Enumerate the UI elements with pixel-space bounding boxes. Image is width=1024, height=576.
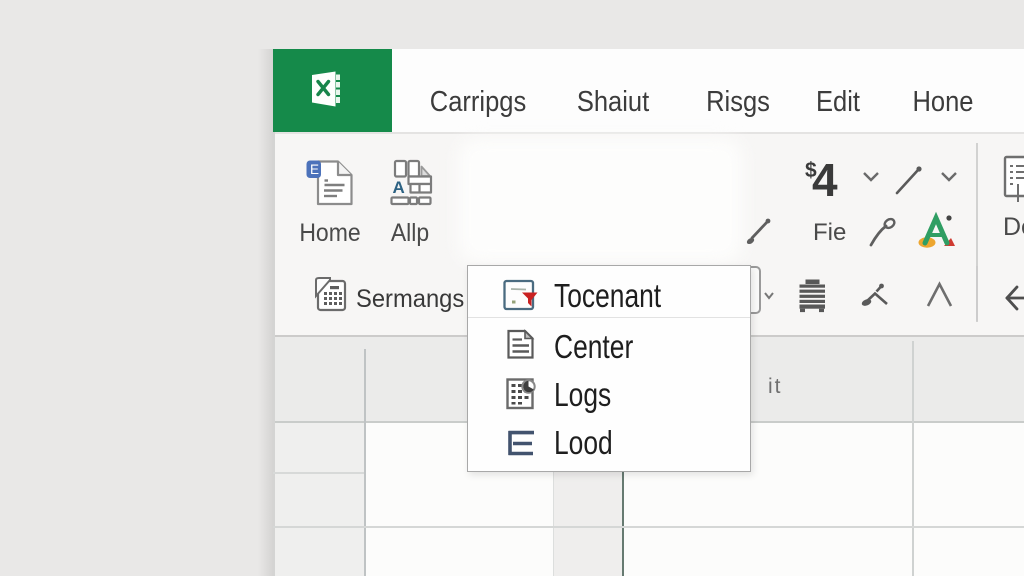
svg-text:A: A <box>393 178 405 197</box>
svg-text:E: E <box>310 162 319 177</box>
